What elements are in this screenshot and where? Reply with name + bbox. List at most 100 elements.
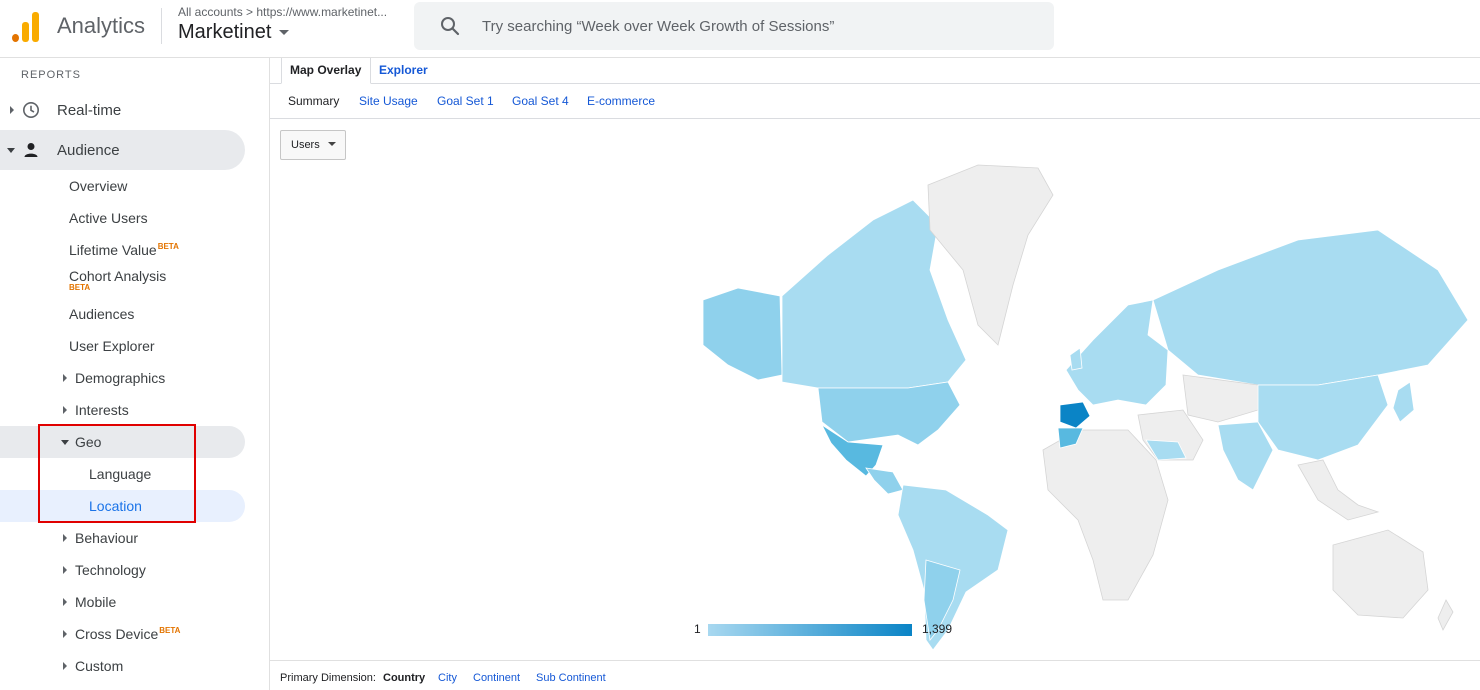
- tab-map-overlay[interactable]: Map Overlay: [281, 58, 371, 84]
- sidebar-item-overview[interactable]: Overview: [0, 170, 245, 202]
- sidebar-item-cohort-analysis[interactable]: Cohort Analysis: [0, 260, 245, 288]
- sidebar-item-user-explorer[interactable]: User Explorer: [0, 330, 245, 362]
- sidebar-item-label: Cross Device: [75, 626, 159, 642]
- sidebar-item-mobile[interactable]: Mobile: [0, 586, 245, 618]
- dimension-continent[interactable]: Continent: [473, 672, 520, 684]
- sidebar-item-behaviour[interactable]: Behaviour: [0, 522, 245, 554]
- map-region-spain: [1059, 401, 1091, 429]
- sidebar-item-label: Audience: [57, 141, 120, 159]
- chevron-down-icon: [7, 148, 15, 153]
- beta-badge: BETA: [157, 242, 179, 252]
- search-bar[interactable]: [414, 2, 1054, 50]
- map-region-australia: [1332, 529, 1429, 619]
- legend-max-value: 1,399: [922, 622, 953, 636]
- view-tabs: Map Overlay Explorer: [270, 58, 1480, 84]
- sidebar-item-demographics[interactable]: Demographics: [0, 362, 245, 394]
- chevron-down-icon: [279, 30, 290, 36]
- map-region-new-zealand: [1437, 599, 1454, 631]
- chevron-right-icon: [63, 662, 67, 670]
- subtab-site-usage[interactable]: Site Usage: [359, 94, 418, 108]
- sidebar-item-label: Interests: [75, 402, 129, 418]
- app-name: Analytics: [57, 13, 146, 38]
- map-region-japan: [1392, 381, 1415, 423]
- reports-section-label: REPORTS: [21, 69, 81, 81]
- beta-badge: BETA: [69, 283, 91, 292]
- sidebar-item-interests[interactable]: Interests: [0, 394, 245, 426]
- sidebar-item-realtime[interactable]: Real-time: [0, 90, 245, 130]
- subtab-goal-set-1[interactable]: Goal Set 1: [437, 94, 494, 108]
- sidebar-item-technology[interactable]: Technology: [0, 554, 245, 586]
- account-breadcrumb[interactable]: All accounts > https://www.marketinet...: [178, 5, 387, 19]
- map-region-russia: [1152, 229, 1469, 386]
- sidebar-item-location[interactable]: Location: [0, 490, 245, 522]
- map-region-china: [1257, 374, 1389, 461]
- map-region-uk: [1069, 347, 1083, 371]
- legend-gradient-bar: [708, 624, 912, 636]
- map-region-india: [1217, 421, 1274, 491]
- sidebar-item-audiences[interactable]: Audiences: [0, 298, 245, 330]
- map-region-usa: [817, 381, 961, 446]
- sidebar-item-audience[interactable]: Audience: [0, 130, 245, 170]
- map-region-alaska: [702, 287, 783, 381]
- sidebar-item-label: Language: [89, 466, 152, 482]
- chevron-right-icon: [63, 630, 67, 638]
- sidebar-item-label: User Explorer: [69, 338, 155, 354]
- map-region-europe: [1065, 299, 1169, 406]
- sidebar-item-active-users[interactable]: Active Users: [0, 202, 245, 234]
- chevron-right-icon: [10, 106, 14, 114]
- chevron-down-icon: [327, 142, 336, 146]
- subtab-goal-set-4[interactable]: Goal Set 4: [512, 94, 569, 108]
- sidebar-item-language[interactable]: Language: [0, 458, 245, 490]
- sidebar-item-label: Active Users: [69, 210, 148, 226]
- person-icon: [24, 143, 38, 157]
- subtab-ecommerce[interactable]: E-commerce: [587, 94, 655, 108]
- sidebar-item-label: Location: [89, 498, 142, 514]
- sidebar: REPORTS Real-time Audience Overview Acti…: [0, 58, 270, 690]
- sidebar-item-label: Cohort Analysis: [69, 268, 167, 284]
- chevron-down-icon: [61, 440, 69, 445]
- map-region-africa: [1042, 429, 1169, 601]
- analytics-logo-icon[interactable]: [12, 10, 40, 42]
- top-header: Analytics All accounts > https://www.mar…: [0, 0, 1480, 58]
- chevron-right-icon: [63, 566, 67, 574]
- primary-dimension-label: Primary Dimension:: [280, 672, 376, 684]
- sidebar-item-label: Geo: [75, 434, 102, 450]
- dimension-country[interactable]: Country: [383, 672, 425, 684]
- clock-icon: [23, 102, 39, 118]
- tab-explorer[interactable]: Explorer: [371, 58, 436, 84]
- sidebar-item-geo[interactable]: Geo: [0, 426, 245, 458]
- world-map[interactable]: [698, 160, 1476, 650]
- chevron-right-icon: [63, 406, 67, 414]
- map-region-southeast-asia: [1297, 459, 1380, 521]
- main-content: Map Overlay Explorer Summary Site Usage …: [270, 58, 1480, 690]
- sidebar-item-label: Overview: [69, 178, 128, 194]
- sidebar-item-label: Behaviour: [75, 530, 139, 546]
- beta-badge: BETA: [159, 626, 181, 636]
- sidebar-item-custom[interactable]: Custom: [0, 650, 245, 682]
- legend-min-value: 1: [694, 622, 701, 636]
- dimension-city[interactable]: City: [438, 672, 457, 684]
- chevron-right-icon: [63, 598, 67, 606]
- metric-dropdown[interactable]: Users: [280, 130, 346, 160]
- sidebar-item-label: Real-time: [57, 101, 122, 119]
- sidebar-item-label: Audiences: [69, 306, 135, 322]
- search-input[interactable]: [482, 10, 1042, 42]
- account-selector[interactable]: Marketinet: [178, 21, 290, 44]
- sidebar-item-label: Technology: [75, 562, 146, 578]
- map-region-central-america: [865, 467, 904, 495]
- sidebar-item-label: Mobile: [75, 594, 117, 610]
- sidebar-item-label: Custom: [75, 658, 124, 674]
- header-divider: [161, 8, 162, 44]
- chevron-right-icon: [63, 374, 67, 382]
- dimension-sub-continent[interactable]: Sub Continent: [536, 672, 606, 684]
- search-icon: [441, 17, 460, 36]
- account-name: Marketinet: [178, 21, 272, 43]
- sidebar-item-label: Demographics: [75, 370, 166, 386]
- subtab-summary[interactable]: Summary: [288, 94, 339, 108]
- map-region-south-america: [897, 484, 1009, 650]
- metric-dropdown-label: Users: [291, 139, 320, 151]
- sidebar-item-label: Lifetime Value: [69, 242, 157, 258]
- sidebar-item-cross-device[interactable]: Cross DeviceBETA: [0, 618, 245, 650]
- primary-dimension-bar: Primary Dimension: Country City Continen…: [270, 660, 1480, 690]
- chevron-right-icon: [63, 534, 67, 542]
